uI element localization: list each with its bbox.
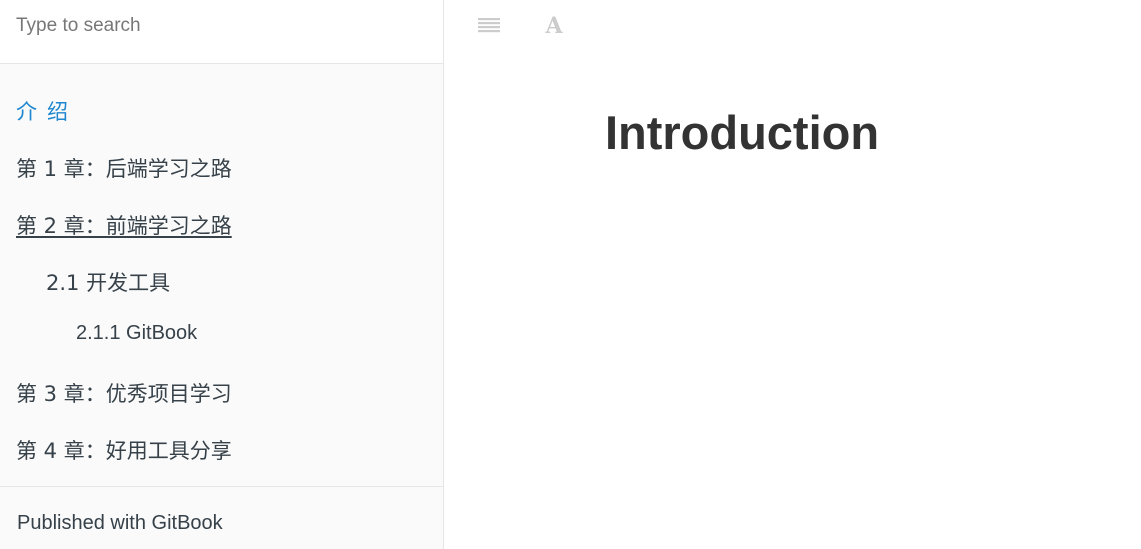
- summary-item-chapter-1[interactable]: 第 1 章：后端学习之路: [16, 153, 232, 183]
- font-settings-icon: A: [545, 13, 563, 39]
- font-settings-button[interactable]: A: [539, 10, 569, 42]
- menu-lines-icon: [478, 18, 500, 33]
- search-box: [0, 0, 443, 64]
- summary-item-chapter-3[interactable]: 第 3 章：优秀项目学习: [16, 378, 232, 408]
- page-title: Introduction: [604, 106, 880, 159]
- book-summary-sidebar: 介绍 第 1 章：后端学习之路 第 2 章：前端学习之路 2.1 开发工具 2.…: [0, 0, 444, 549]
- toggle-sidebar-button[interactable]: [474, 10, 504, 42]
- summary-item-chapter-4[interactable]: 第 4 章：好用工具分享: [16, 435, 232, 465]
- summary-item-section-2-1-1[interactable]: 2.1.1 GitBook: [76, 322, 197, 345]
- summary-item-introduction[interactable]: 介绍: [16, 96, 78, 126]
- search-input[interactable]: [16, 12, 426, 40]
- summary-item-section-2-1[interactable]: 2.1 开发工具: [46, 267, 170, 297]
- summary-item-chapter-2[interactable]: 第 2 章：前端学习之路: [16, 210, 232, 240]
- summary-divider: [0, 486, 443, 487]
- published-with-gitbook-link[interactable]: Published with GitBook: [17, 512, 223, 535]
